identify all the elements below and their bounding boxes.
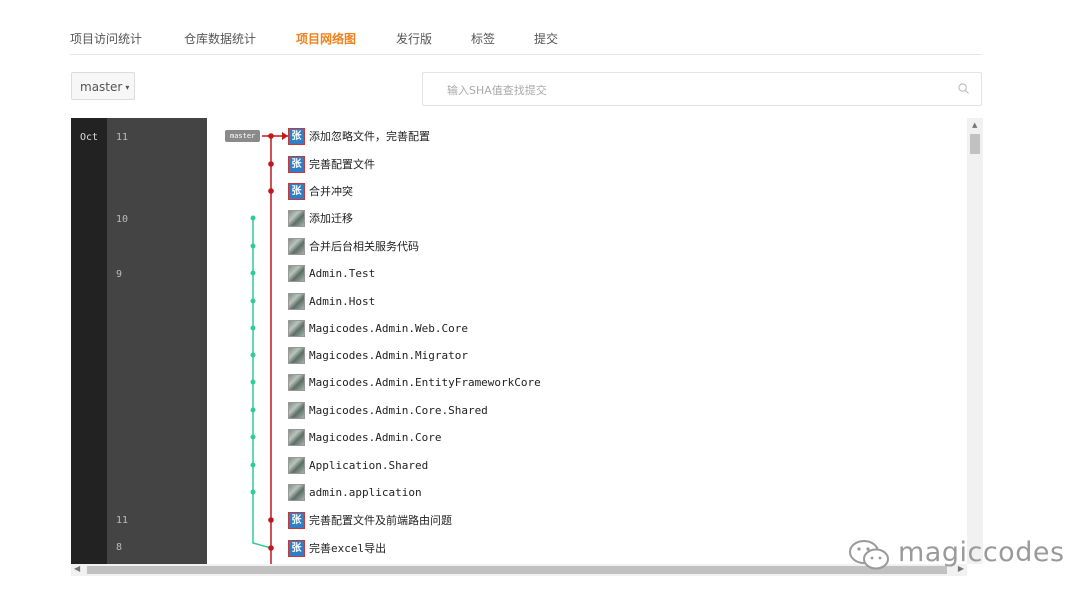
tab-repo-stats[interactable]: 仓库数据统计 — [184, 30, 256, 47]
commit-row[interactable]: 张 合并冲突 — [288, 180, 353, 202]
avatar — [288, 319, 305, 337]
commit-message[interactable]: Magicodes.Admin.Migrator — [309, 349, 468, 362]
commit-row[interactable]: admin.application — [288, 481, 422, 503]
tab-visit-stats[interactable]: 项目访问统计 — [70, 30, 142, 47]
commit-row[interactable]: 合并后台相关服务代码 — [288, 235, 419, 257]
commit-row[interactable]: 张 完善excel导出 — [288, 537, 386, 559]
commit-message[interactable]: 合并冲突 — [309, 183, 353, 199]
commit-row[interactable]: Magicodes.Admin.Core.Shared — [288, 399, 488, 421]
commit-row[interactable]: 张 完善配置文件及前端路由问题 — [288, 509, 452, 531]
avatar — [288, 292, 305, 310]
avatar: 张 — [288, 127, 305, 145]
tab-commits[interactable]: 提交 — [534, 30, 558, 47]
chevron-down-icon: ▾ — [125, 82, 130, 92]
branch-selector[interactable]: master ▾ — [71, 72, 135, 100]
commit-row[interactable]: Application.Shared — [288, 454, 428, 476]
vertical-scroll-thumb[interactable] — [970, 134, 980, 154]
commit-row[interactable]: Magicodes.Admin.Web.Core — [288, 317, 468, 339]
network-graph: Oct 11 10 9 11 8 master 张 添加忽略文件，完善配置 张 … — [71, 118, 983, 564]
commit-message[interactable]: admin.application — [309, 486, 422, 499]
avatar — [288, 346, 305, 364]
commit-message[interactable]: Magicodes.Admin.Core.Shared — [309, 404, 488, 417]
watermark-text: magiccodes — [898, 537, 1065, 568]
commit-message[interactable]: 完善配置文件及前端路由问题 — [309, 512, 452, 528]
sha-search-input[interactable] — [445, 79, 929, 101]
tab-tags[interactable]: 标签 — [471, 30, 495, 47]
vertical-scrollbar[interactable]: ▲ — [967, 118, 983, 564]
search-icon[interactable] — [958, 83, 969, 94]
avatar — [288, 209, 305, 227]
commit-row[interactable]: 张 添加忽略文件，完善配置 — [288, 125, 430, 147]
commit-message[interactable]: Admin.Test — [309, 267, 375, 280]
avatar — [288, 428, 305, 446]
tab-network-graph[interactable]: 项目网络图 — [296, 30, 356, 47]
sha-search-box — [422, 72, 982, 106]
scroll-left-icon[interactable]: ◀ — [74, 564, 80, 573]
commit-row[interactable]: Admin.Test — [288, 262, 375, 284]
commit-row[interactable]: 添加迁移 — [288, 207, 353, 229]
commit-row[interactable]: Admin.Host — [288, 290, 375, 312]
avatar — [288, 373, 305, 391]
commit-message[interactable]: 合并后台相关服务代码 — [309, 238, 419, 254]
commit-row[interactable]: Magicodes.Admin.Core — [288, 426, 441, 448]
avatar — [288, 456, 305, 474]
project-tabs: 项目访问统计 仓库数据统计 项目网络图 发行版 标签 提交 — [70, 22, 982, 55]
commit-message[interactable]: 添加迁移 — [309, 210, 353, 226]
avatar — [288, 483, 305, 501]
commit-message[interactable]: 添加忽略文件，完善配置 — [309, 128, 430, 144]
commit-message[interactable]: Application.Shared — [309, 459, 428, 472]
commit-row[interactable]: Magicodes.Admin.EntityFrameworkCore — [288, 371, 541, 393]
commit-message[interactable]: Magicodes.Admin.Web.Core — [309, 322, 468, 335]
commit-message[interactable]: Magicodes.Admin.Core — [309, 431, 441, 444]
watermark: magiccodes — [846, 536, 1064, 576]
horizontal-scroll-thumb[interactable] — [87, 566, 947, 574]
commit-row[interactable]: 张 完善配置文件 — [288, 153, 375, 175]
avatar: 张 — [288, 182, 305, 200]
tab-releases[interactable]: 发行版 — [396, 30, 432, 47]
avatar: 张 — [288, 539, 305, 557]
avatar: 张 — [288, 155, 305, 173]
branch-label: master — [80, 80, 123, 94]
commit-row[interactable]: Magicodes.Admin.Migrator — [288, 344, 468, 366]
master-branch-tag[interactable]: master — [225, 130, 261, 142]
commit-message[interactable]: Magicodes.Admin.EntityFrameworkCore — [309, 376, 541, 389]
avatar — [288, 264, 305, 282]
branch-lines — [250, 132, 288, 564]
scroll-up-icon[interactable]: ▲ — [972, 121, 977, 129]
avatar — [288, 237, 305, 255]
commit-message[interactable]: 完善配置文件 — [309, 156, 375, 172]
avatar — [288, 401, 305, 419]
commit-message[interactable]: Admin.Host — [309, 295, 375, 308]
commit-message[interactable]: 完善excel导出 — [309, 540, 386, 556]
wechat-icon — [849, 540, 889, 570]
avatar: 张 — [288, 511, 305, 529]
horizontal-scrollbar[interactable]: ◀ ▶ — [71, 564, 967, 576]
